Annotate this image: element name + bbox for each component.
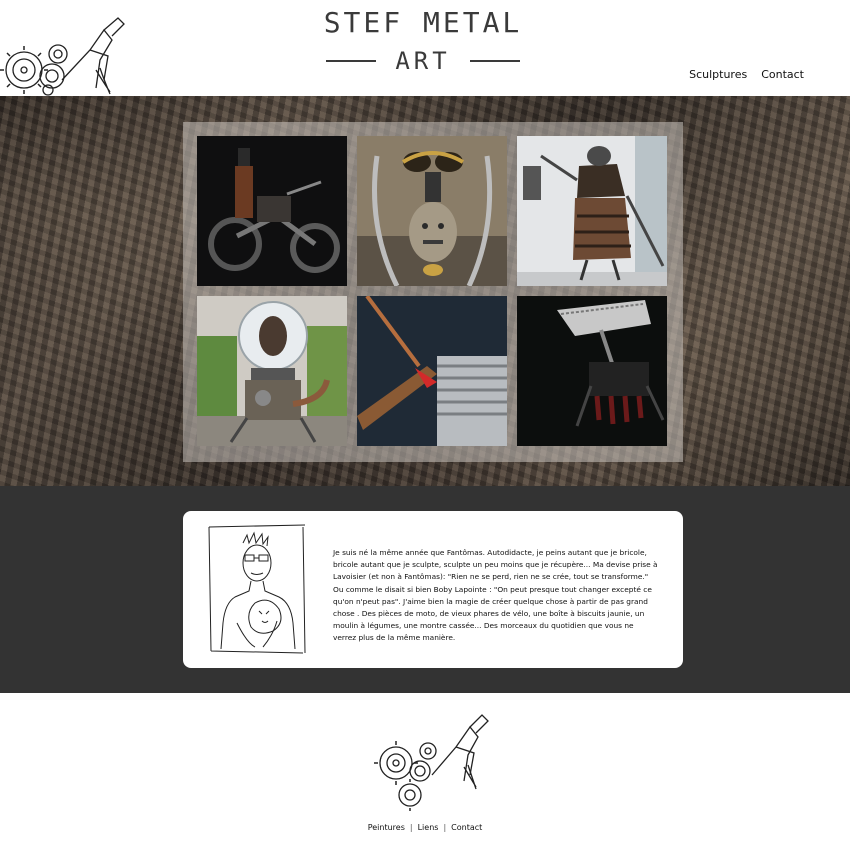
motorcycle-sculpture-photo[interactable] (197, 136, 347, 286)
sculpture-gallery (183, 122, 683, 462)
gear-machine-footer-logo-icon[interactable] (374, 711, 494, 815)
page: STEF METAL ART Sculptures Contact Je sui… (0, 0, 850, 850)
gallery-grid (197, 136, 669, 446)
about-card: Je suis né la même année que Fantômas. A… (183, 511, 683, 668)
about-section: Je suis né la même année que Fantômas. A… (0, 486, 850, 693)
clamp-sculpture-photo[interactable] (357, 296, 507, 446)
chainsaw-creature-photo[interactable] (517, 296, 667, 446)
brand-title: STEF METAL (323, 6, 523, 39)
footer-liens-link[interactable]: Liens (418, 823, 439, 832)
goggles-face-sculpture-photo[interactable] (357, 136, 507, 286)
hero-background (0, 96, 850, 486)
nav-contact-link[interactable]: Contact (761, 68, 804, 81)
brand-subtitle: ART (395, 47, 451, 75)
brand-logo[interactable]: STEF METAL ART (322, 6, 524, 76)
lamp-figure-sculpture-photo[interactable] (517, 136, 667, 286)
footer-contact-link[interactable]: Contact (451, 823, 482, 832)
glass-dome-robot-photo[interactable] (197, 296, 347, 446)
nav-sculptures-link[interactable]: Sculptures (689, 68, 747, 81)
brand-subtitle-row: ART (322, 46, 524, 76)
artist-bio: Je suis né la même année que Fantômas. A… (333, 548, 658, 643)
footer-separator: | (409, 823, 413, 832)
site-footer: Peintures | Liens | Contact (0, 693, 850, 850)
footer-separator: | (443, 823, 447, 832)
gear-machine-logo-icon[interactable] (0, 10, 130, 98)
site-header: STEF METAL ART Sculptures Contact (0, 0, 850, 96)
brand-divider-right (470, 60, 520, 62)
footer-nav: Peintures | Liens | Contact (0, 823, 850, 832)
artist-portrait-sketch (207, 523, 307, 655)
main-nav: Sculptures Contact (689, 68, 804, 81)
footer-peintures-link[interactable]: Peintures (368, 823, 405, 832)
brand-divider-left (326, 60, 376, 62)
